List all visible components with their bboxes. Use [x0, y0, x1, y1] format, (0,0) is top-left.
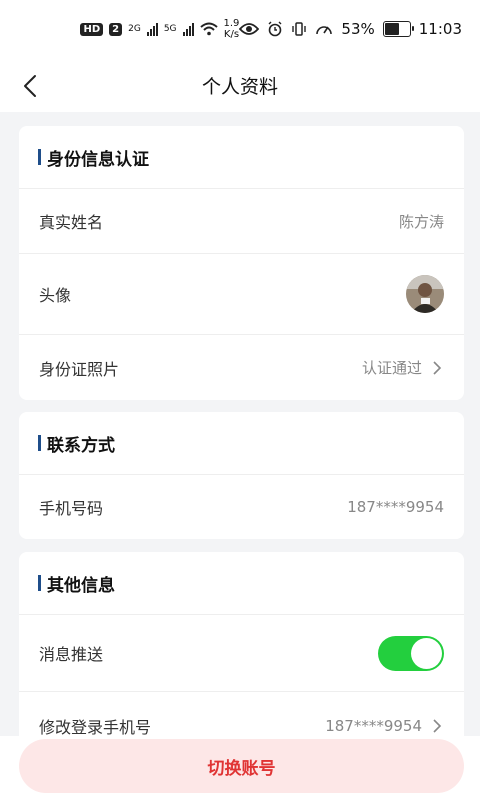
real-name-value: 陈方涛 — [398, 212, 444, 231]
alarm-icon — [268, 21, 282, 37]
chevron-left-icon — [24, 75, 36, 97]
network-5g-label: 5G — [163, 23, 177, 34]
eye-icon — [239, 23, 260, 35]
identity-section-title: 身份信息认证 — [47, 149, 149, 170]
contact-card-header: 联系方式 — [19, 412, 464, 475]
signal-icon — [182, 22, 194, 36]
phone-value: 187****9954 — [347, 498, 444, 516]
hd-badge: HD — [80, 22, 104, 36]
status-right-icons: 53% 11:03 — [239, 20, 462, 38]
id-photo-row[interactable]: 身份证照片 认证通过 — [19, 335, 464, 400]
other-section-title: 其他信息 — [47, 575, 115, 596]
signal-icon — [146, 22, 158, 36]
push-toggle[interactable] — [378, 635, 444, 671]
wifi-icon — [199, 22, 218, 36]
speed-unit: K/s — [223, 29, 240, 40]
battery-percent: 53% — [341, 20, 375, 38]
section-accent-bar — [38, 149, 41, 165]
network-2g-label: 2G — [128, 23, 141, 34]
speedometer-icon — [316, 26, 333, 35]
identity-card-header: 身份信息认证 — [19, 126, 464, 189]
change-phone-status: 187****9954 — [325, 717, 444, 735]
battery-level-fill — [384, 23, 399, 35]
toggle-knob — [411, 637, 442, 669]
avatar[interactable] — [406, 275, 444, 313]
real-name-row: 真实姓名 陈方涛 — [19, 189, 464, 254]
other-card-header: 其他信息 — [19, 552, 464, 615]
chevron-right-icon — [433, 719, 442, 733]
vibrate-icon — [292, 22, 307, 36]
status-bar: HD 2 2G 5G 1.9 K/s 53% 11:03 — [0, 0, 480, 58]
clock-time: 11:03 — [418, 20, 462, 38]
change-phone-value: 187****9954 — [325, 717, 422, 735]
change-phone-label: 修改登录手机号 — [39, 718, 152, 737]
sim-badge: 2 — [109, 22, 123, 36]
page-title: 个人资料 — [201, 75, 278, 98]
contact-section-title: 联系方式 — [47, 435, 115, 456]
network-speed: 1.9 K/s — [224, 18, 240, 40]
id-photo-label: 身份证照片 — [39, 359, 120, 379]
id-photo-value: 认证通过 — [361, 359, 422, 377]
speed-value: 1.9 — [223, 18, 240, 29]
chevron-right-icon — [433, 360, 442, 375]
footer-bar: 切换账号 — [0, 736, 480, 800]
back-button[interactable] — [10, 66, 50, 106]
phone-row: 手机号码 187****9954 — [19, 475, 464, 539]
section-accent-bar — [38, 575, 41, 591]
battery-icon — [382, 21, 414, 37]
avatar-image — [406, 275, 444, 313]
real-name-label: 真实姓名 — [39, 213, 104, 232]
contact-card: 联系方式 手机号码 187****9954 — [19, 412, 464, 539]
avatar-row[interactable]: 头像 — [19, 254, 464, 335]
section-accent-bar — [38, 435, 41, 451]
switch-account-button[interactable]: 切换账号 — [19, 739, 464, 793]
avatar-label: 头像 — [39, 286, 72, 305]
app-header: 个人资料 — [0, 58, 480, 112]
identity-card: 身份信息认证 真实姓名 陈方涛 头像 身份证照片 认证通过 — [19, 126, 464, 400]
push-label: 消息推送 — [39, 645, 104, 664]
phone-label: 手机号码 — [39, 499, 104, 518]
other-info-card: 其他信息 消息推送 修改登录手机号 187****9954 — [19, 552, 464, 752]
push-row: 消息推送 — [19, 615, 464, 692]
status-left-icons: HD 2 2G 5G 1.9 K/s — [80, 18, 239, 40]
id-photo-status: 认证通过 — [362, 357, 444, 378]
